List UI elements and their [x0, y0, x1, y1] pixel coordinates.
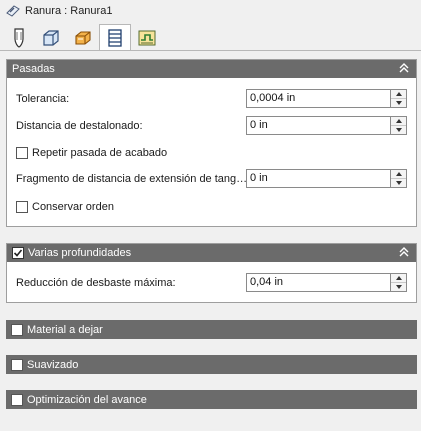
reduccion-value[interactable]: 0,04 in: [247, 274, 390, 291]
window-title: Ranura : Ranura1: [25, 5, 113, 17]
section-optimizacion-header[interactable]: Optimización del avance: [6, 390, 417, 409]
arrow-up-icon: [395, 276, 402, 280]
arrow-up-icon: [395, 92, 402, 96]
fragmento-spinner[interactable]: [390, 170, 406, 187]
suavizado-checkbox[interactable]: [11, 358, 23, 371]
material-checkbox[interactable]: [11, 323, 23, 336]
arrow-down-icon: [395, 285, 402, 289]
tab-passes[interactable]: [99, 24, 131, 51]
fragmento-value[interactable]: 0 in: [247, 170, 390, 187]
section-pasadas-title: Pasadas: [12, 63, 55, 75]
tolerancia-field[interactable]: 0,0004 in: [246, 89, 407, 108]
repetir-checkbox[interactable]: [16, 147, 28, 159]
spin-up-button[interactable]: [391, 170, 406, 178]
tab-underline: [0, 50, 421, 51]
fragmento-field[interactable]: 0 in: [246, 169, 407, 188]
varias-checkbox[interactable]: [12, 247, 24, 259]
section-pasadas: Pasadas Tolerancia: 0,0004 in Distancia …: [6, 59, 417, 227]
conservar-row[interactable]: Conservar orden: [16, 197, 114, 217]
tool-bit-icon: [14, 27, 24, 48]
collapse-chevron-icon[interactable]: [398, 246, 410, 258]
section-material-header[interactable]: Material a dejar: [6, 320, 417, 339]
collapse-chevron-icon[interactable]: [398, 62, 410, 74]
spin-down-button[interactable]: [391, 125, 406, 134]
arrow-down-icon: [395, 101, 402, 105]
fragmento-label: Fragmento de distancia de extensión de t…: [16, 173, 248, 185]
destalonado-field[interactable]: 0 in: [246, 116, 407, 135]
tolerancia-value[interactable]: 0,0004 in: [247, 90, 390, 107]
section-pasadas-header[interactable]: Pasadas: [7, 60, 416, 78]
passes-icon: [108, 28, 122, 47]
tolerancia-row: Tolerancia:: [16, 89, 69, 109]
reduccion-label: Reducción de desbaste máxima:: [16, 277, 176, 289]
checkmark-icon: [13, 249, 23, 257]
arrow-up-icon: [395, 119, 402, 123]
section-varias: Varias profundidades Reducción de desbas…: [6, 243, 417, 303]
arrow-up-icon: [395, 172, 402, 176]
section-varias-header[interactable]: Varias profundidades: [7, 244, 416, 262]
spin-down-button[interactable]: [391, 98, 406, 107]
slot-feature-icon: [6, 5, 20, 17]
title-bar: Ranura : Ranura1: [0, 0, 421, 22]
destalonado-row: Distancia de destalonado:: [16, 116, 143, 136]
geometry-layers-icon: [75, 30, 91, 45]
spin-down-button[interactable]: [391, 178, 406, 187]
tab-tool[interactable]: [3, 24, 35, 51]
optimizacion-checkbox[interactable]: [11, 393, 23, 406]
repetir-row[interactable]: Repetir pasada de acabado: [16, 143, 167, 163]
stock-box-icon: [43, 29, 59, 46]
tab-strip: [3, 24, 163, 51]
tolerancia-label: Tolerancia:: [16, 93, 70, 105]
destalonado-label: Distancia de destalonado:: [16, 120, 143, 132]
tab-stock[interactable]: [35, 24, 67, 51]
fragmento-row: Fragmento de distancia de extensión de t…: [16, 169, 247, 189]
reduccion-row: Reducción de desbaste máxima:: [16, 273, 176, 293]
spin-up-button[interactable]: [391, 90, 406, 98]
destalonado-spinner[interactable]: [390, 117, 406, 134]
section-suavizado-header[interactable]: Suavizado: [6, 355, 417, 374]
reduccion-spinner[interactable]: [390, 274, 406, 291]
spin-down-button[interactable]: [391, 282, 406, 291]
linking-icon: [138, 30, 156, 45]
section-varias-title: Varias profundidades: [28, 247, 132, 259]
spin-up-button[interactable]: [391, 117, 406, 125]
spin-up-button[interactable]: [391, 274, 406, 282]
tolerancia-spinner[interactable]: [390, 90, 406, 107]
conservar-checkbox[interactable]: [16, 201, 28, 213]
repetir-label: Repetir pasada de acabado: [32, 147, 168, 159]
section-material-title: Material a dejar: [27, 323, 103, 336]
section-optimizacion-title: Optimización del avance: [27, 393, 147, 406]
destalonado-value[interactable]: 0 in: [247, 117, 390, 134]
reduccion-field[interactable]: 0,04 in: [246, 273, 407, 292]
section-suavizado-title: Suavizado: [27, 358, 79, 371]
arrow-down-icon: [395, 128, 402, 132]
conservar-label: Conservar orden: [32, 201, 114, 213]
arrow-down-icon: [395, 181, 402, 185]
tab-geometry[interactable]: [67, 24, 99, 51]
tab-linking[interactable]: [131, 24, 163, 51]
